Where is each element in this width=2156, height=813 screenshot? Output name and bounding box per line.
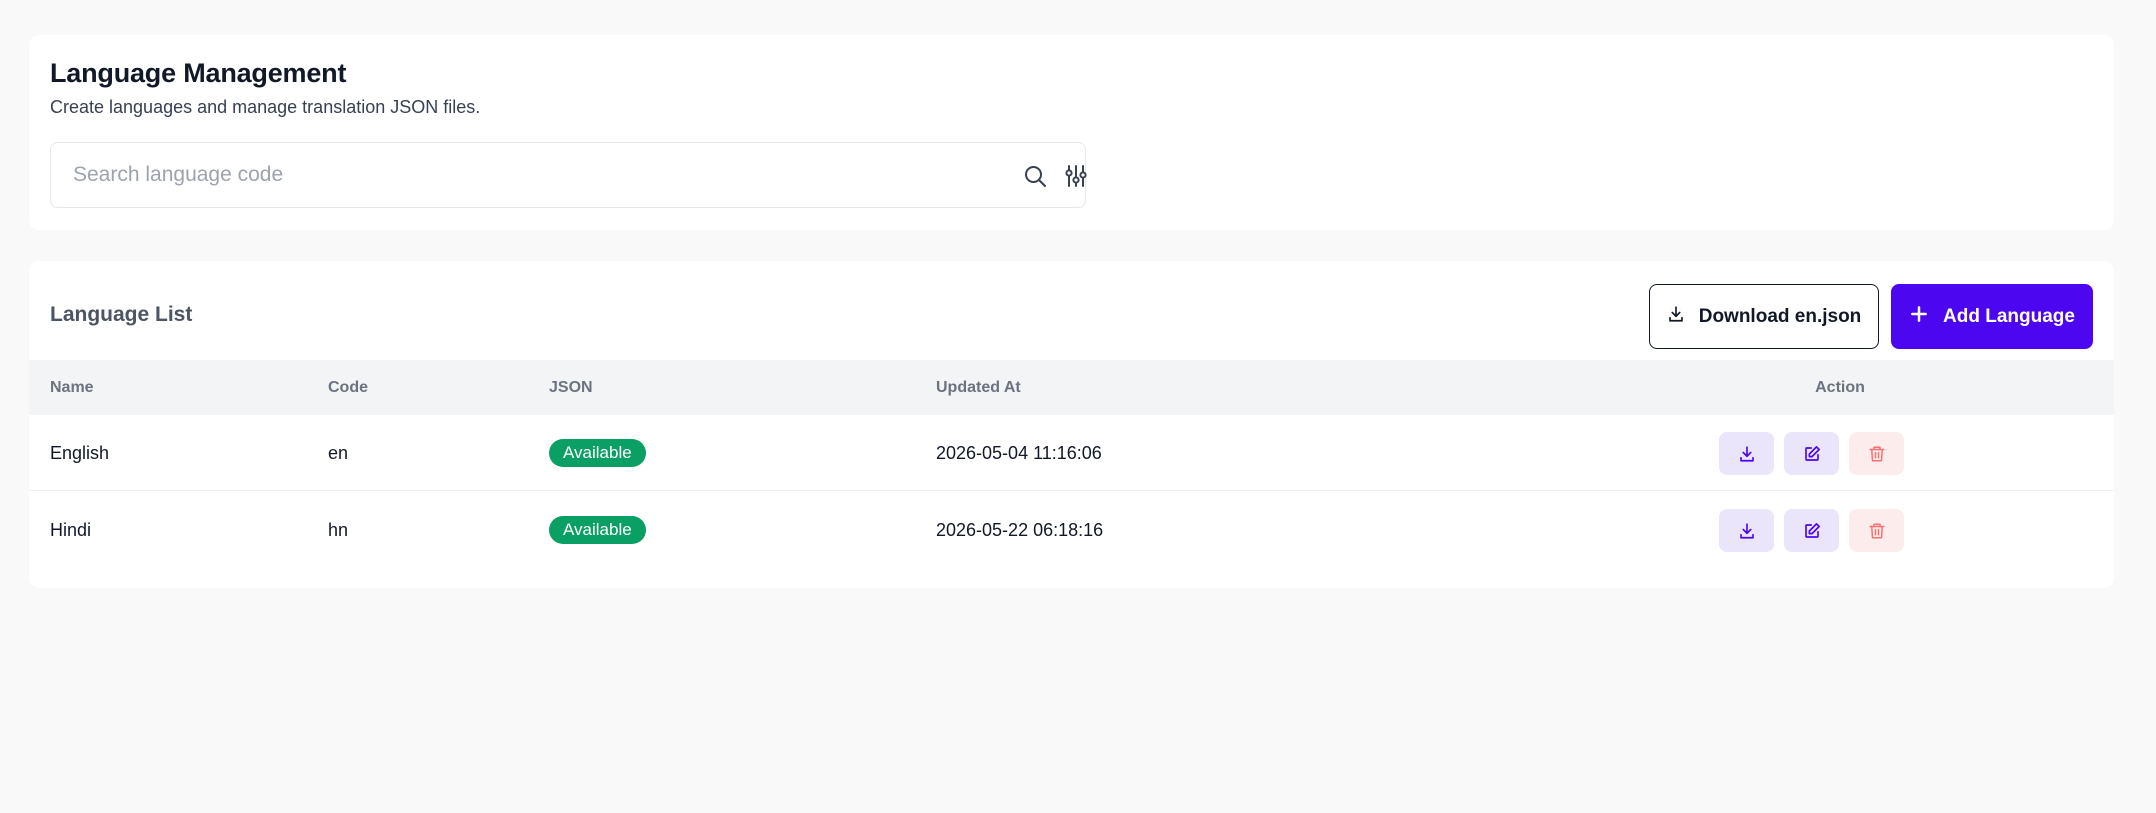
column-header-action: Action <box>1815 379 1865 396</box>
table-row: Hindi hn Available 2026-05-22 06:18:16 <box>29 492 2114 568</box>
edit-icon <box>1804 445 1820 461</box>
cell-code: hn <box>328 520 349 540</box>
cell-updated-at: 2026-05-22 06:18:16 <box>936 520 1104 540</box>
plus-icon <box>1909 304 1929 330</box>
cell-code: en <box>328 443 349 463</box>
list-title: Language List <box>50 303 193 326</box>
download-icon <box>1739 522 1754 539</box>
row-delete-button[interactable] <box>1849 509 1904 552</box>
edit-icon <box>1804 522 1820 538</box>
language-list-card: Language List Download en.json Add Langu… <box>29 261 2114 588</box>
row-delete-button[interactable] <box>1849 432 1904 475</box>
language-management-card: Language Management Create languages and… <box>29 35 2114 230</box>
row-edit-button[interactable] <box>1784 432 1839 475</box>
cell-updated-at: 2026-05-04 11:16:06 <box>936 443 1102 463</box>
trash-icon <box>1869 523 1884 538</box>
download-en-json-button[interactable]: Download en.json <box>1649 284 1879 349</box>
search-box <box>50 142 1087 208</box>
status-badge: Available <box>549 439 646 467</box>
table-header: Name Code JSON Updated At Action <box>29 360 2114 415</box>
search-input[interactable] <box>73 143 973 207</box>
page-subtitle: Create languages and manage translation … <box>50 97 481 117</box>
row-edit-button[interactable] <box>1784 509 1839 552</box>
add-language-button[interactable]: Add Language <box>1891 284 2093 349</box>
row-download-button[interactable] <box>1719 432 1774 475</box>
table-row: English en Available 2026-05-04 11:16:06 <box>29 415 2114 491</box>
cell-name: Hindi <box>50 520 92 540</box>
trash-icon <box>1869 446 1884 461</box>
download-icon <box>1667 305 1685 329</box>
download-button-label: Download en.json <box>1698 305 1862 327</box>
column-header-code: Code <box>328 379 368 396</box>
column-header-name: Name <box>50 379 94 396</box>
search-icon[interactable] <box>1021 162 1049 190</box>
column-header-updated-at: Updated At <box>936 379 1021 396</box>
download-icon <box>1739 445 1754 462</box>
cell-name: English <box>50 443 110 463</box>
page-title: Language Management <box>50 58 347 88</box>
add-button-label: Add Language <box>1943 305 2075 327</box>
column-header-json: JSON <box>549 379 593 396</box>
row-download-button[interactable] <box>1719 509 1774 552</box>
status-badge: Available <box>549 516 646 544</box>
sliders-icon[interactable] <box>1062 162 1090 190</box>
